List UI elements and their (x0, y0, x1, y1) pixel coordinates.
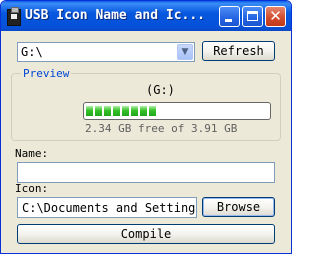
progress-segment (86, 106, 93, 116)
icon-path-value: C:\Documents and Settings\Adm (22, 201, 196, 215)
disk-usage-bar (83, 102, 271, 120)
progress-segment (140, 106, 147, 116)
drive-select[interactable]: G:\ ▼ (17, 42, 195, 62)
name-label: Name: (15, 147, 49, 160)
chevron-down-icon[interactable]: ▼ (177, 44, 193, 60)
icon-label: Icon: (15, 182, 49, 195)
preview-drive-label: (G:) (146, 83, 175, 97)
minimize-icon (225, 19, 232, 22)
preview-group-label: Preview (21, 67, 72, 80)
maximize-button[interactable] (242, 6, 263, 27)
usb-drive-icon (7, 7, 21, 26)
maximize-icon (247, 11, 258, 21)
close-icon: ✕ (269, 7, 282, 25)
progress-segment (113, 106, 120, 116)
title-bar[interactable]: USB Icon Name and Ic... ✕ (1, 1, 291, 31)
drive-select-value: G:\ (21, 45, 43, 59)
icon-path-input[interactable]: C:\Documents and Settings\Adm (17, 197, 197, 218)
name-input[interactable] (17, 162, 275, 183)
progress-segment (149, 106, 156, 116)
refresh-button[interactable]: Refresh (202, 41, 275, 61)
browse-button[interactable]: Browse (202, 197, 275, 217)
free-space-text: 2.34 GB free of 3.91 GB (85, 122, 238, 135)
progress-segment (122, 106, 129, 116)
window-title: USB Icon Name and Ic... (25, 8, 206, 23)
progress-segment (95, 106, 102, 116)
compile-button[interactable]: Compile (17, 224, 275, 244)
close-button[interactable]: ✕ (265, 6, 286, 27)
progress-segment (131, 106, 138, 116)
app-window: USB Icon Name and Ic... ✕ G:\ ▼ Refresh … (0, 0, 292, 254)
progress-segment (104, 106, 111, 116)
minimize-button[interactable] (219, 6, 240, 27)
